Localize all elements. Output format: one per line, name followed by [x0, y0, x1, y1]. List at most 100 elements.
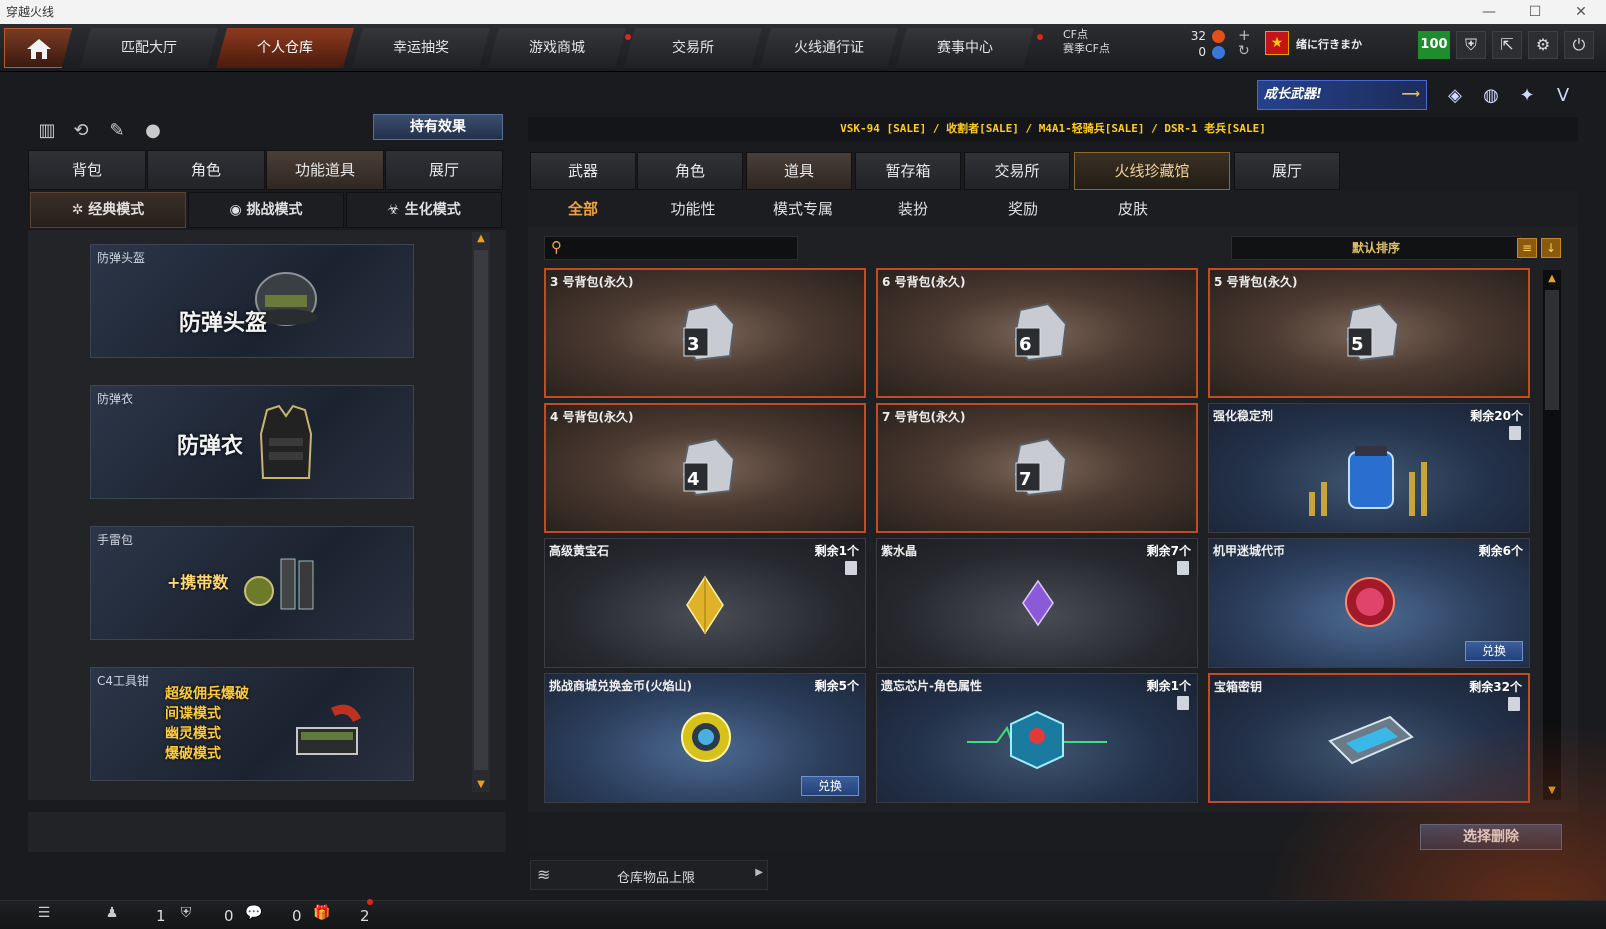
nav-tab-exchange[interactable]: 交易所 — [624, 28, 762, 68]
rank-flag-icon: ★ — [1265, 31, 1289, 55]
subtab-skins[interactable]: 皮肤 — [1078, 198, 1188, 219]
nav-tab-lucky-draw[interactable]: 幸运抽奖 — [352, 28, 490, 68]
mode-tab-challenge[interactable]: ◉ 挑战模式 — [188, 192, 344, 228]
exchange-button[interactable]: 兑换 — [801, 776, 859, 796]
notification-dot — [367, 899, 373, 905]
grenade-icon[interactable]: ● — [140, 118, 166, 144]
v-logo-icon[interactable]: V — [1549, 82, 1577, 110]
badge-icon[interactable]: ◈ — [1441, 82, 1469, 110]
minimize-icon[interactable]: — — [1466, 0, 1512, 24]
backpack-icon — [680, 302, 736, 362]
item-card-bag-7[interactable]: 7 号背包(永久) 7 — [876, 403, 1198, 533]
notification-dot — [1037, 34, 1043, 40]
trash-icon[interactable] — [1177, 561, 1189, 575]
globe-icon[interactable]: ◍ — [1477, 82, 1505, 110]
claw-icon[interactable]: ✦ — [1513, 82, 1541, 110]
sort-order-icon[interactable]: ↓ — [1541, 238, 1561, 258]
subtab-decoration[interactable]: 装扮 — [858, 198, 968, 219]
history-icon[interactable]: ⟲ — [68, 118, 94, 144]
nav-tab-game-mall[interactable]: 游戏商城 — [488, 28, 626, 68]
add-currency-icon[interactable]: + — [1238, 26, 1251, 44]
subtab-mode-exclusive[interactable]: 模式专属 — [748, 198, 858, 219]
item-card-bag-3[interactable]: 3 号背包(永久) 3 — [544, 268, 866, 398]
subtab-functional[interactable]: 功能性 — [638, 198, 748, 219]
trash-icon[interactable] — [845, 561, 857, 575]
item-name: 挑战商城兑换金币(火焰山) — [549, 679, 692, 693]
slot-vest[interactable]: 防弹衣 防弹衣 — [90, 385, 414, 499]
item-card-bag-6[interactable]: 6 号背包(永久) 6 — [876, 268, 1198, 398]
right-tab-temp-box[interactable]: 暂存箱 — [855, 152, 961, 190]
item-quantity: 剩余5个 — [814, 679, 859, 693]
scroll-down-icon[interactable]: ▼ — [1544, 784, 1560, 798]
sort-dropdown[interactable]: 默认排序 — [1231, 236, 1521, 260]
nav-tab-battle-pass[interactable]: 火线通行证 — [760, 28, 898, 68]
item-card-forget-chip[interactable]: 遗忘芯片-角色属性 剩余1个 — [876, 673, 1198, 803]
home-button[interactable] — [4, 28, 72, 68]
promo-banner[interactable]: 成长武器! ⟶ — [1257, 80, 1427, 110]
item-quantity: 剩余6个 — [1478, 544, 1523, 558]
repair-icon[interactable]: ✎ — [104, 118, 130, 144]
mode-tab-classic[interactable]: ✲ 经典模式 — [30, 192, 186, 228]
trash-icon[interactable] — [1177, 696, 1189, 710]
gear-icon[interactable]: ⚙ — [1528, 31, 1558, 59]
window-title: 穿越火线 — [6, 5, 55, 19]
slot-grenade-pack[interactable]: 手雷包 +携带数 — [90, 526, 414, 640]
right-tab-collection-hall[interactable]: 火线珍藏馆 — [1074, 152, 1230, 190]
friends-icon[interactable]: ♟ — [102, 905, 122, 925]
item-card-chest-key[interactable]: 宝箱密钥 剩余32个 — [1208, 673, 1530, 803]
mode-tab-biochem[interactable]: ☣ 生化模式 — [346, 192, 502, 228]
stats-icon[interactable]: ▥ — [34, 118, 60, 144]
left-scrollbar-thumb[interactable] — [474, 250, 488, 770]
item-card-topaz[interactable]: 高级黄宝石 剩余1个 — [544, 538, 866, 668]
left-footer — [28, 812, 506, 852]
scroll-down-icon[interactable]: ▼ — [473, 778, 489, 792]
trash-icon[interactable] — [1508, 697, 1520, 711]
slot-c4-pliers[interactable]: C4工具钳 超级佣兵爆破 间谍模式 幽灵模式 爆破模式 — [90, 667, 414, 781]
backpack-icon — [1344, 302, 1400, 362]
item-card-bag-5[interactable]: 5 号背包(永久) 5 — [1208, 268, 1530, 398]
select-delete-button[interactable]: 选择删除 — [1420, 824, 1562, 850]
item-card-stabilizer[interactable]: 强化稳定剂 剩余20个 — [1208, 403, 1530, 533]
nav-tab-personal-storage[interactable]: 个人仓库 — [216, 28, 354, 68]
right-tab-weapons[interactable]: 武器 — [530, 152, 636, 190]
scroll-up-icon[interactable]: ▲ — [473, 232, 489, 246]
item-card-amethyst[interactable]: 紫水晶 剩余7个 — [876, 538, 1198, 668]
hold-effect-button[interactable]: 持有效果 — [373, 114, 503, 140]
item-card-challenge-coin[interactable]: 挑战商城兑换金币(火焰山) 剩余5个 兑换 — [544, 673, 866, 803]
left-tab-backpack[interactable]: 背包 — [28, 150, 146, 190]
maximize-icon[interactable]: ☐ — [1512, 0, 1558, 24]
left-tab-character[interactable]: 角色 — [147, 150, 265, 190]
chat-bubble-icon[interactable]: 💬 — [244, 905, 264, 925]
left-tab-function-items[interactable]: 功能道具 — [266, 150, 384, 190]
storage-limit-bar[interactable]: ≋ 仓库物品上限 ▶ — [530, 860, 768, 890]
item-card-mecha-token[interactable]: 机甲迷城代币 剩余6个 兑换 — [1208, 538, 1530, 668]
right-tab-showroom[interactable]: 展厅 — [1234, 152, 1340, 190]
item-name: 3 号背包(永久) — [550, 275, 634, 289]
subtab-all[interactable]: 全部 — [528, 198, 638, 219]
shield-icon[interactable]: ⛨ — [1456, 31, 1486, 59]
slot-helmet[interactable]: 防弹头盔 防弹头盔 — [90, 244, 414, 358]
list-view-icon[interactable]: ≡ — [1517, 238, 1537, 258]
search-box[interactable]: ⚲ — [544, 236, 798, 260]
search-input[interactable] — [571, 239, 793, 257]
power-icon[interactable]: ⏻ — [1564, 31, 1594, 59]
gift-icon[interactable]: 🎁 — [312, 905, 332, 925]
exit-room-icon[interactable]: ⇱ — [1492, 31, 1522, 59]
menu-list-icon[interactable]: ☰ — [34, 905, 54, 925]
left-tab-showroom[interactable]: 展厅 — [385, 150, 503, 190]
nav-tab-event-center[interactable]: 赛事中心 — [896, 28, 1034, 68]
trash-icon[interactable] — [1509, 426, 1521, 440]
exchange-button[interactable]: 兑换 — [1465, 641, 1523, 661]
nav-tab-match-lobby[interactable]: 匹配大厅 — [80, 28, 218, 68]
right-tab-exchange[interactable]: 交易所 — [964, 152, 1070, 190]
right-tab-items[interactable]: 道具 — [746, 152, 852, 190]
item-card-bag-4[interactable]: 4 号背包(永久) 4 — [544, 403, 866, 533]
item-grid-scrollbar-thumb[interactable] — [1545, 290, 1559, 410]
close-icon[interactable]: ✕ — [1558, 0, 1604, 24]
right-tab-characters[interactable]: 角色 — [637, 152, 743, 190]
scroll-up-icon[interactable]: ▲ — [1544, 272, 1560, 286]
refresh-icon[interactable]: ↻ — [1238, 43, 1250, 59]
clan-shield-icon[interactable]: ⛨ — [176, 905, 196, 925]
subtab-rewards[interactable]: 奖励 — [968, 198, 1078, 219]
window-titlebar: 穿越火线 — ☐ ✕ — [0, 0, 1606, 24]
